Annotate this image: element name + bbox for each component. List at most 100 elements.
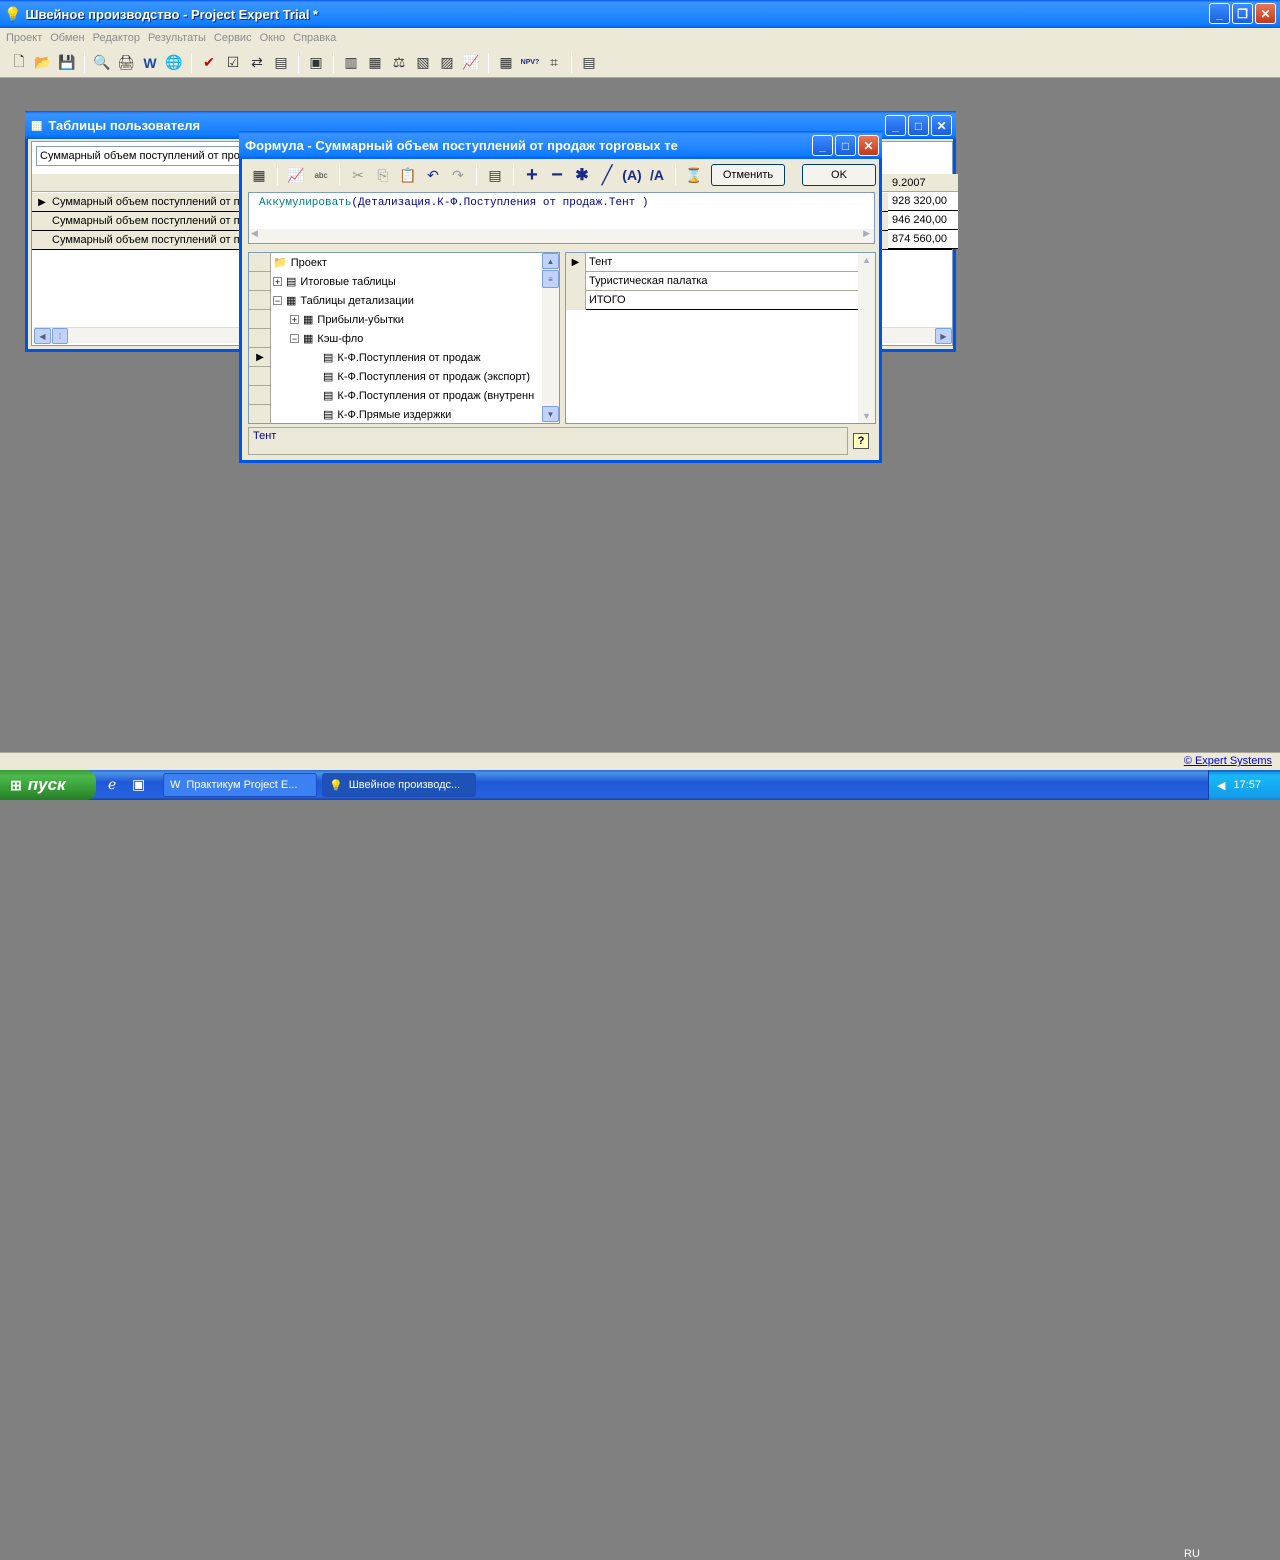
menu-editor[interactable]: Редактор: [89, 32, 144, 44]
task-word[interactable]: W Практикум Project E...: [163, 773, 317, 797]
collapse-icon[interactable]: −: [273, 296, 282, 306]
minimize-button[interactable]: _: [885, 115, 906, 136]
formula-editor[interactable]: Аккумулировать(Детализация.К-Ф.Поступлен…: [248, 192, 875, 244]
flow-icon[interactable]: ⇄: [246, 52, 268, 74]
language-indicator[interactable]: RU: [1184, 1548, 1200, 1560]
report-icon[interactable]: ▨: [436, 52, 458, 74]
main-toolbar: 🗋 📂 💾 🔍 🖨 W 🌐 ✔ ☑ ⇄ ▤ ▣ ▥ ▦ ⚖ ▧ ▨ 📈 ▦ NP…: [0, 48, 1280, 78]
detail-icon: ▦: [303, 314, 314, 326]
cancel-button[interactable]: Отменить: [711, 164, 785, 186]
expand-icon[interactable]: +: [273, 277, 282, 287]
balance-icon[interactable]: ⚖: [388, 52, 410, 74]
npv-icon[interactable]: NPV?: [519, 52, 541, 74]
scroll-right-icon[interactable]: ▶: [935, 328, 952, 344]
cut-icon[interactable]: ✂: [347, 164, 369, 186]
save-icon[interactable]: 💾: [56, 52, 78, 74]
desktop-icon[interactable]: ▣: [132, 776, 145, 793]
scroll-thumb[interactable]: ≡: [542, 270, 559, 288]
tree-node-profit-loss[interactable]: + ▦ Прибыли-убытки: [290, 310, 404, 329]
tray-arrow-icon[interactable]: ◀: [1217, 779, 1225, 792]
formula-scrollbar[interactable]: ◀ ▶: [249, 229, 874, 243]
minimize-button[interactable]: _: [1209, 3, 1230, 24]
help-icon[interactable]: ?: [853, 433, 869, 449]
tree-node-sales-export[interactable]: ▤ К-Ф.Поступления от продаж (экспорт): [323, 367, 530, 386]
user-tables-title: Таблицы пользователя: [48, 117, 201, 133]
start-button[interactable]: ⊞ пуск: [0, 770, 96, 800]
divide-icon[interactable]: ╱: [596, 164, 618, 186]
tree-node-detail-tables[interactable]: − ▦ Таблицы детализации: [273, 291, 414, 310]
function-icon[interactable]: ⌛: [683, 164, 705, 186]
undo-icon[interactable]: ↶: [422, 164, 444, 186]
multiply-icon[interactable]: ✱: [571, 164, 593, 186]
list-scrollbar[interactable]: ▲ ▼: [858, 253, 875, 423]
web-icon[interactable]: 🌐: [163, 52, 185, 74]
close-button[interactable]: ✕: [931, 115, 952, 136]
ok-button[interactable]: OK: [802, 164, 876, 186]
tree-scrollbar[interactable]: ▲ ≡ ▼: [542, 253, 559, 423]
copy-icon[interactable]: ⎘: [372, 164, 394, 186]
list-item[interactable]: Туристическая палатка: [566, 271, 858, 291]
cell-value[interactable]: 946 240,00: [888, 211, 958, 230]
tree-node-summary-tables[interactable]: + ▤ Итоговые таблицы: [273, 272, 396, 291]
redo-icon[interactable]: ↷: [447, 164, 469, 186]
export-icon[interactable]: ▤: [578, 52, 600, 74]
paste-icon[interactable]: 📋: [397, 164, 419, 186]
close-button[interactable]: ✕: [858, 135, 879, 156]
tree-node-direct-costs[interactable]: ▤ К-Ф.Прямые издержки: [323, 405, 451, 423]
expert-systems-link[interactable]: © Expert Systems: [1184, 755, 1272, 767]
document-icon[interactable]: ▤: [270, 52, 292, 74]
list-item[interactable]: ИТОГО: [566, 290, 858, 310]
collapse-icon[interactable]: −: [290, 334, 299, 344]
maximize-button[interactable]: □: [908, 115, 929, 136]
parentheses-icon[interactable]: (A): [621, 164, 643, 186]
scroll-down-icon[interactable]: ▼: [542, 406, 559, 422]
print-icon[interactable]: 🖨: [115, 52, 137, 74]
calculator-icon[interactable]: ▧: [412, 52, 434, 74]
cell-value[interactable]: 874 560,00: [888, 230, 958, 249]
calculator-icon[interactable]: ▦: [248, 164, 270, 186]
cell-value[interactable]: 928 320,00: [888, 192, 958, 211]
tree-node-sales-receipts[interactable]: ▤ К-Ф.Поступления от продаж: [323, 348, 481, 367]
checklist-icon[interactable]: ☑: [222, 52, 244, 74]
ledger-icon[interactable]: ▥: [340, 52, 362, 74]
scroll-left-icon[interactable]: ◀: [34, 328, 51, 344]
window-icon[interactable]: ▣: [305, 52, 327, 74]
list-item[interactable]: ▶ Тент: [566, 252, 858, 272]
expand-icon[interactable]: +: [290, 315, 299, 325]
word-icon[interactable]: W: [139, 52, 161, 74]
check-icon[interactable]: ✔: [198, 52, 220, 74]
minus-icon[interactable]: −: [546, 164, 568, 186]
tree-node-cashflow[interactable]: − ▦ Кэш-фло: [290, 329, 363, 348]
task-project-expert[interactable]: 💡 Швейное производс...: [322, 773, 476, 797]
menu-service[interactable]: Сервис: [210, 32, 256, 44]
items-list: ▶ Тент Туристическая палатка ИТОГО ▲ ▼: [565, 252, 876, 424]
tree-node-project[interactable]: 📁 Проект: [273, 253, 327, 272]
menu-project[interactable]: Проект: [2, 32, 46, 44]
chart-icon[interactable]: 📈: [460, 52, 482, 74]
chart-icon[interactable]: 📈: [285, 164, 307, 186]
maximize-button[interactable]: □: [835, 135, 856, 156]
menu-results[interactable]: Результаты: [144, 32, 210, 44]
new-file-icon[interactable]: 🗋: [8, 52, 30, 74]
menu-help[interactable]: Справка: [289, 32, 340, 44]
table-select[interactable]: Суммарный объем поступлений от прод: [36, 146, 251, 166]
cashflow-icon[interactable]: ▦: [364, 52, 386, 74]
scroll-up-icon[interactable]: ▲: [542, 253, 559, 269]
fraction-icon[interactable]: /A: [646, 164, 668, 186]
restore-button[interactable]: ❐: [1232, 3, 1253, 24]
plus-icon[interactable]: +: [521, 164, 543, 186]
menu-window[interactable]: Окно: [256, 32, 290, 44]
ie-icon[interactable]: ℯ: [108, 776, 116, 793]
close-button[interactable]: ✕: [1255, 3, 1276, 24]
selection-status: Тент: [248, 427, 848, 455]
insert-table-icon[interactable]: ▤: [484, 164, 506, 186]
menu-exchange[interactable]: Обмен: [46, 32, 88, 44]
table-icon[interactable]: ▦: [495, 52, 517, 74]
preview-icon[interactable]: 🔍: [91, 52, 113, 74]
tree-node-sales-domestic[interactable]: ▤ К-Ф.Поступления от продаж (внутренн: [323, 386, 534, 405]
minimize-button[interactable]: _: [812, 135, 833, 156]
scroll-thumb[interactable]: ⁞: [52, 328, 68, 344]
abc-icon[interactable]: abc: [310, 164, 332, 186]
open-folder-icon[interactable]: 📂: [32, 52, 54, 74]
analysis-icon[interactable]: ⌗: [543, 52, 565, 74]
